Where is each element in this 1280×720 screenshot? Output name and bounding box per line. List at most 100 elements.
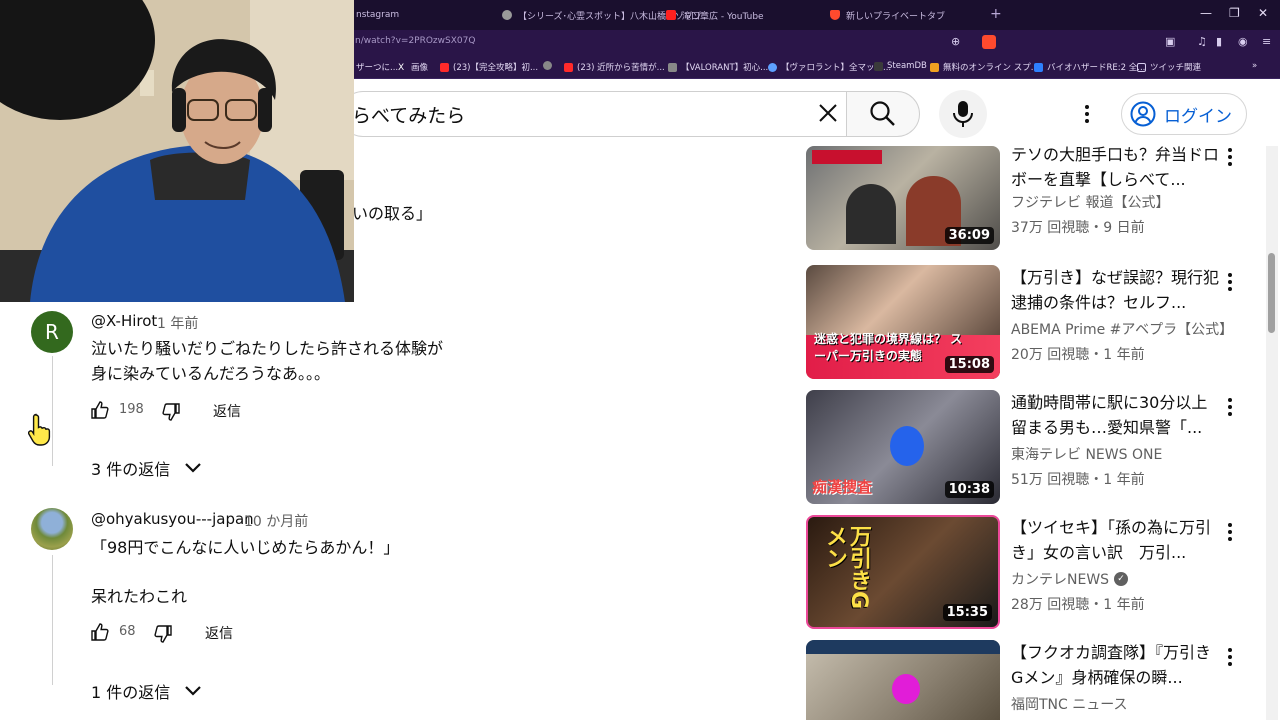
thumbnail-caption: 迷惑と犯罪の境界線は？ スーパー万引きの実態 (814, 332, 963, 363)
video-meta: 28万 回視聴・1 年前 (1011, 597, 1145, 613)
bookmark-folder[interactable]: ツイッチ関連 (1137, 61, 1201, 73)
video-title[interactable]: 【万引き】なぜ誤認？現行犯逮捕の条件は？セルフ... (1011, 265, 1221, 315)
hand-cursor-icon (28, 413, 51, 446)
video-thumbnail[interactable]: 36:09 (806, 146, 1000, 250)
minimize-icon[interactable]: — (1200, 6, 1212, 20)
bookmark-item[interactable]: 無料のオンライン スプ... (930, 61, 1039, 73)
zoom-icon[interactable]: ⊕ (951, 35, 960, 48)
dot (1228, 655, 1232, 659)
clear-search-button[interactable] (812, 97, 844, 129)
video-menu-button[interactable] (1224, 148, 1236, 172)
channel-name[interactable]: 福岡TNC ニュース (1011, 694, 1128, 714)
video-title[interactable]: 【ツイセキ】「孫の為に万引き」女の言い訳 万引... (1011, 515, 1221, 565)
video-meta: 20万 回視聴・1 年前 (1011, 347, 1145, 363)
tab-instagram[interactable]: nstagram (356, 0, 399, 30)
dot (1228, 405, 1232, 409)
grid-icon (930, 62, 939, 72)
thumbs-down-icon[interactable] (153, 624, 173, 644)
webcam-overlay (0, 0, 354, 302)
video-thumbnail[interactable]: 万引きGメン 15:35 (806, 515, 1000, 629)
video-thumbnail[interactable] (806, 640, 1000, 720)
dot (1228, 398, 1232, 402)
close-window-icon[interactable]: ✕ (1258, 6, 1268, 20)
youtube-icon (666, 10, 676, 20)
dot (1228, 273, 1232, 277)
bookmark-item[interactable]: 【VALORANT】初心... (668, 61, 768, 73)
page-scrollbar[interactable] (1266, 146, 1278, 720)
channel-label: 東海テレビ NEWS ONE (1011, 447, 1163, 463)
brave-icon (830, 10, 840, 20)
comment-text-partial: いの取る」 (352, 204, 433, 223)
bookmark-item[interactable]: ザーつに... (356, 61, 398, 73)
panel-icon[interactable]: ▮ (1216, 35, 1222, 48)
thumbnail-caption: 痴漢捜査 (812, 478, 873, 496)
comment-time[interactable]: 1 年前 (157, 313, 198, 333)
comment-time[interactable]: 10 か月前 (244, 511, 308, 531)
video-title[interactable]: テソの大胆手口も？弁当ドロボーを直撃【しらべて... (1011, 142, 1221, 192)
comment-author[interactable]: @X-Hirot (91, 312, 157, 330)
avatar[interactable] (31, 508, 73, 550)
comment-author[interactable]: @ohyakusyou---japan (91, 510, 254, 528)
recommended-video[interactable]: 迷惑と犯罪の境界線は？ スーパー万引きの実態 15:08 【万引き】なぜ誤認？現… (806, 265, 1266, 381)
video-title[interactable]: 通勤時間帯に駅に30分以上留まる男も…愛知県警「... (1011, 390, 1221, 440)
video-title[interactable]: 【フクオカ調査隊】『万引きGメン』身柄確保の瞬... (1011, 640, 1221, 690)
recommended-video[interactable]: 万引きGメン 15:35 【ツイセキ】「孫の為に万引き」女の言い訳 万引... … (806, 515, 1266, 631)
video-menu-button[interactable] (1224, 273, 1236, 297)
channel-label: ABEMA Prime #アベプラ【公式】 (1011, 322, 1234, 338)
bookmark-item[interactable]: (23)【完全攻略】初... (440, 61, 538, 73)
video-menu-button[interactable] (1224, 648, 1236, 672)
bookmark-label: SteamDB (887, 61, 927, 71)
recommended-video[interactable]: 【フクオカ調査隊】『万引きGメン』身柄確保の瞬... 福岡TNC ニュース (806, 640, 1266, 720)
bookmark-item[interactable]: バイオハザードRE:2 全... (1034, 61, 1145, 73)
thumbs-up-icon[interactable] (90, 400, 110, 420)
video-menu-button[interactable] (1224, 398, 1236, 422)
bookmark-item[interactable]: SteamDB (874, 61, 927, 71)
maximize-icon[interactable]: ❐ (1229, 6, 1240, 20)
extensions-icon[interactable]: ◉ (1238, 35, 1248, 48)
sidebar-icon[interactable]: ▣ (1165, 35, 1175, 48)
video-menu-button[interactable] (1224, 523, 1236, 547)
brave-shield-icon[interactable] (982, 35, 996, 49)
view-replies-button[interactable]: 1 件の返信 (91, 679, 202, 703)
globe-icon (502, 10, 512, 20)
channel-name[interactable]: 東海テレビ NEWS ONE (1011, 444, 1162, 464)
video-thumbnail[interactable]: 痴漢捜査 10:38 (806, 390, 1000, 504)
new-tab-button[interactable]: + (990, 6, 1002, 22)
channel-name[interactable]: フジテレビ 報道【公式】 (1011, 192, 1169, 212)
thumbnail-caption: 万引きGメン (822, 525, 871, 610)
tab-private[interactable]: 新しいプライベートタブ (830, 0, 945, 30)
bookmark-item[interactable]: X 画像 (398, 61, 428, 74)
thread-line (52, 555, 53, 685)
tab-youtube[interactable]: 滝口章広 - YouTube (666, 0, 764, 30)
recommended-video[interactable]: 痴漢捜査 10:38 通勤時間帯に駅に30分以上留まる男も…愛知県警「... 東… (806, 390, 1266, 506)
comment-line: 「98円でこんなに人いじめたらあかん！」 (91, 538, 400, 557)
menu-icon[interactable]: ≡ (1262, 35, 1271, 48)
thumbnail-blur-circle (892, 674, 920, 704)
dot (1228, 155, 1232, 159)
bookmark-item[interactable]: (23) 近所から苦情が... (564, 61, 665, 73)
music-icon[interactable]: ♫ (1197, 35, 1207, 48)
bookmark-item[interactable]: 【ヴァロラント】全マップ... (768, 61, 891, 73)
channel-name[interactable]: カンテレNEWS ✓ (1011, 569, 1129, 589)
voice-search-button[interactable] (939, 90, 987, 138)
avatar[interactable]: R (31, 311, 73, 353)
thumbnail-blur-circle (890, 426, 924, 466)
scrollbar-thumb[interactable] (1268, 253, 1275, 333)
video-duration: 36:09 (944, 227, 994, 244)
login-button[interactable]: ログイン (1121, 93, 1247, 135)
thumbs-up-icon[interactable] (90, 622, 110, 642)
reply-button[interactable]: 返信 (213, 401, 241, 421)
more-bookmarks-icon[interactable]: » (1252, 61, 1257, 71)
thumbs-down-icon[interactable] (161, 402, 181, 422)
video-thumbnail[interactable]: 迷惑と犯罪の境界線は？ スーパー万引きの実態 15:08 (806, 265, 1000, 379)
channel-name[interactable]: ABEMA Prime #アベプラ【公式】 (1011, 319, 1233, 339)
comment-line: 身に染みているんだろうなあ。。。 (91, 364, 331, 383)
url-field[interactable]: n/watch?v=2PROzwSX07Q (355, 36, 475, 46)
search-button[interactable] (846, 91, 920, 137)
recommended-video[interactable]: 36:09 テソの大胆手口も？弁当ドロボーを直撃【しらべて... フジテレビ 報… (806, 140, 1266, 256)
view-replies-button[interactable]: 3 件の返信 (91, 456, 202, 480)
bookmark-item[interactable] (543, 61, 552, 70)
settings-menu-button[interactable] (1074, 98, 1100, 130)
dot (1228, 537, 1232, 541)
reply-button[interactable]: 返信 (205, 623, 233, 643)
